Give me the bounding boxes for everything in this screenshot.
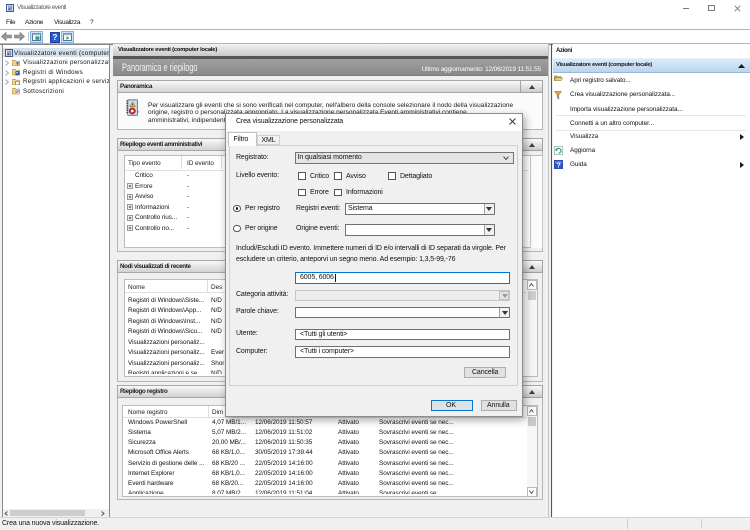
svg-text:?: ? — [556, 160, 561, 169]
